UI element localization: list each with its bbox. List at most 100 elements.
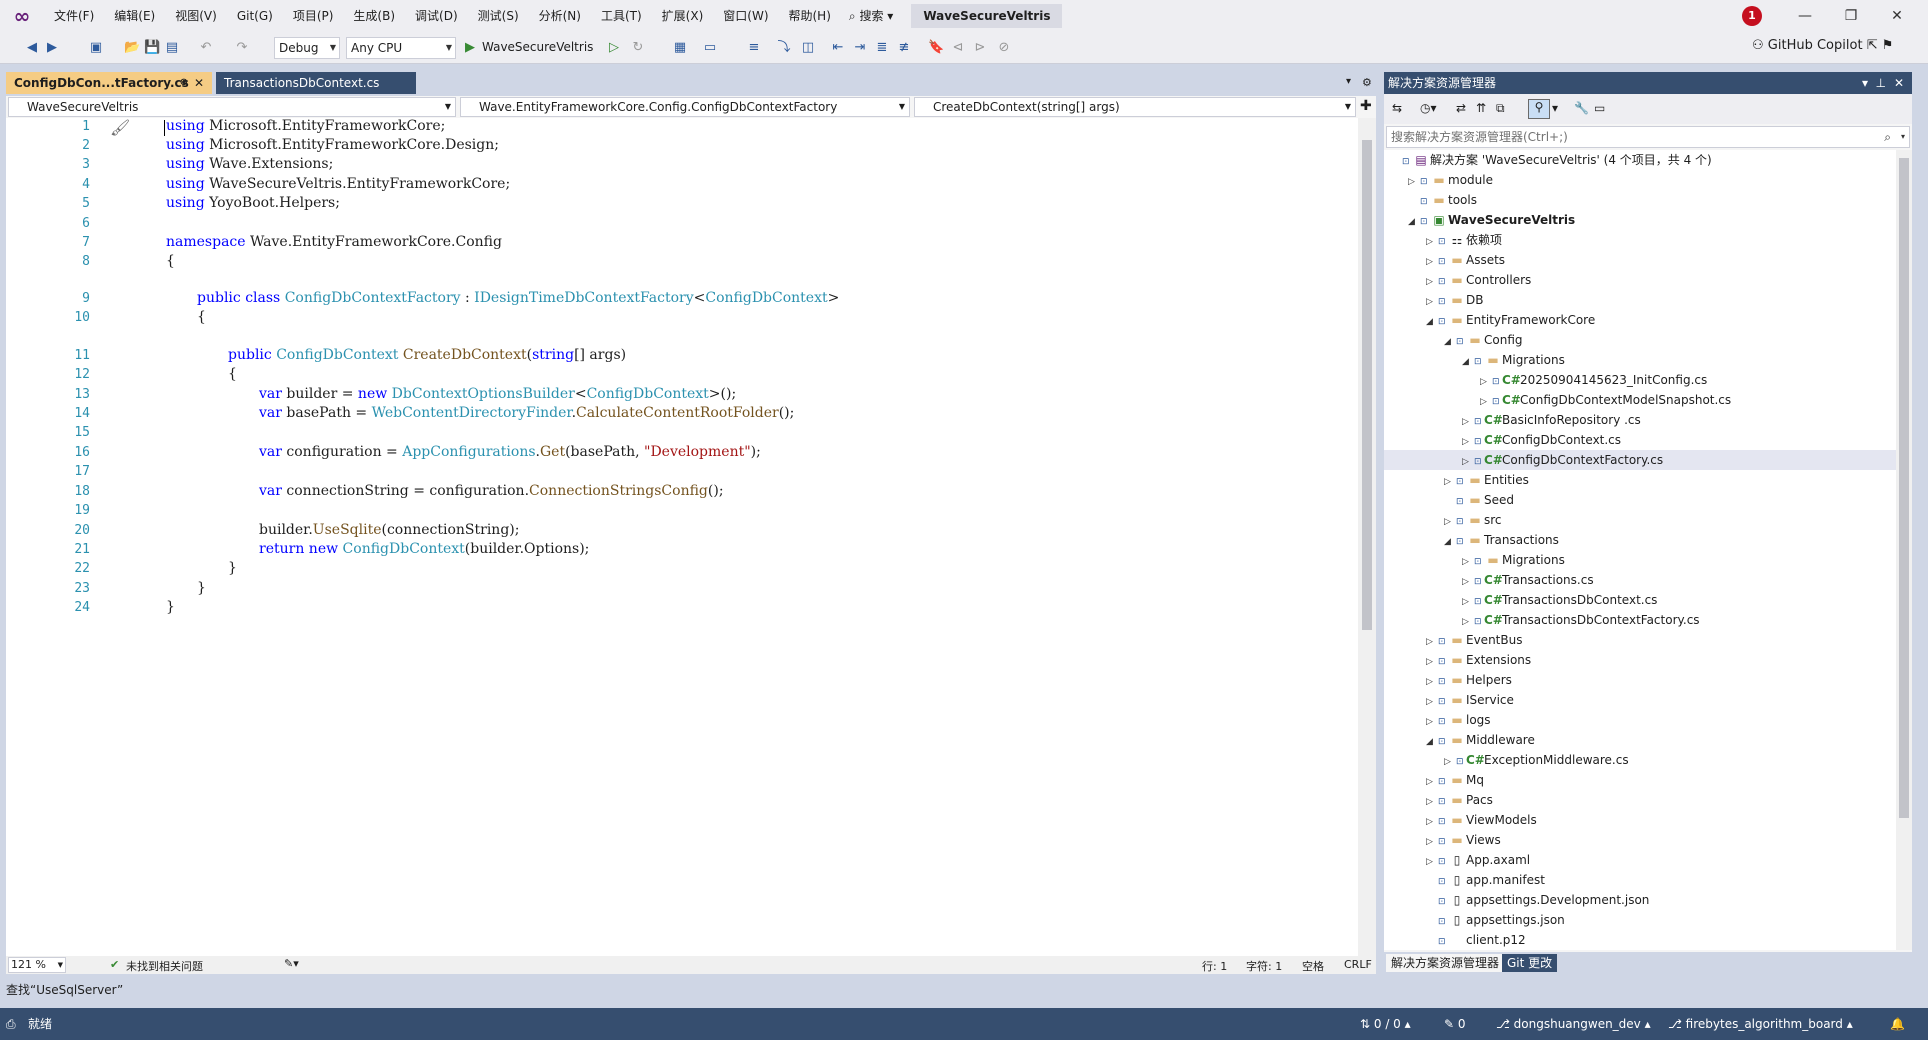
menu-item[interactable]: 生成(B)	[343, 0, 405, 32]
tree-item[interactable]: ◢ ⊡ ▬ Config	[1384, 330, 1896, 350]
new-project-icon[interactable]: ▣	[88, 40, 104, 56]
window-icon[interactable]: ◫	[800, 40, 816, 56]
bookmark-prev-icon[interactable]: ⊲	[950, 40, 966, 56]
expand-arrow-icon[interactable]: ▷	[1444, 752, 1456, 772]
expand-arrow-icon[interactable]: ▷	[1426, 812, 1438, 832]
close-tab-icon[interactable]: ✕	[194, 72, 204, 94]
bookmark-next-icon[interactable]: ⊳	[972, 40, 988, 56]
menu-item[interactable]: 项目(P)	[283, 0, 344, 32]
save-all-icon[interactable]: ▤	[164, 40, 180, 56]
expand-arrow-icon[interactable]: ▷	[1462, 612, 1474, 632]
expand-arrow-icon[interactable]: ▷	[1480, 372, 1492, 392]
expand-arrow-icon[interactable]: ▷	[1426, 652, 1438, 672]
eol-indicator[interactable]: CRLF	[1344, 958, 1372, 971]
open-folder-icon[interactable]: 📂	[124, 40, 140, 56]
tree-item[interactable]: ⊡ ▤ 解决方案 'WaveSecureVeltris' (4 个项目，共 4 个)	[1384, 150, 1896, 170]
bookmark-clear-icon[interactable]: ⊘	[996, 40, 1012, 56]
editor-vertical-scrollbar[interactable]	[1358, 118, 1376, 956]
menu-item[interactable]: Git(G)	[227, 0, 283, 32]
quick-actions-icon[interactable]: 🖌	[110, 118, 130, 137]
expand-arrow-icon[interactable]: ▷	[1462, 452, 1474, 472]
tree-item[interactable]: ◢ ⊡ ▬ Transactions	[1384, 530, 1896, 550]
tab-overflow-icon[interactable]: ▾	[1346, 76, 1351, 87]
bookmark-icon[interactable]: 🔖	[928, 40, 944, 56]
pin-icon[interactable]: ⊕	[180, 72, 188, 94]
expand-arrow-icon[interactable]: ▷	[1444, 472, 1456, 492]
tree-item[interactable]: ▷ ⊡ ▬ Entities	[1384, 470, 1896, 490]
tree-item[interactable]: ▷ ⊡ C#ConfigDbContextModelSnapshot.cs	[1384, 390, 1896, 410]
expand-arrow-icon[interactable]: ▷	[1408, 172, 1420, 192]
scrollbar-thumb[interactable]	[1362, 140, 1372, 630]
expand-arrow-icon[interactable]: ▷	[1462, 412, 1474, 432]
tree-item[interactable]: ⊡ ▯ appsettings.Development.json	[1384, 890, 1896, 910]
tree-item[interactable]: ▷ ⊡ C#ConfigDbContextFactory.cs	[1384, 450, 1896, 470]
search-options-icon[interactable]: ▾	[1901, 127, 1905, 147]
line-indicator[interactable]: 行: 1	[1202, 958, 1227, 974]
tree-item[interactable]: ▷ ⊡ ▬ Pacs	[1384, 790, 1896, 810]
indent-decrease-icon[interactable]: ⇤	[830, 40, 846, 56]
start-target-label[interactable]: WaveSecureVeltris	[482, 40, 593, 54]
menu-item[interactable]: 调试(D)	[405, 0, 468, 32]
menu-item[interactable]: 扩展(X)	[652, 0, 714, 32]
expand-arrow-icon[interactable]: ▷	[1462, 572, 1474, 592]
collapse-arrow-icon[interactable]: ◢	[1408, 212, 1420, 232]
filter-dropdown-icon[interactable]: ▾	[1552, 101, 1558, 115]
repo-indicator[interactable]: ⎇ dongshuangwen_dev ▴	[1496, 1008, 1651, 1040]
tree-item[interactable]: ◢ ⊡ ▬ Middleware	[1384, 730, 1896, 750]
tree-item[interactable]: ▷ ⊡ C#20250904145623_InitConfig.cs	[1384, 370, 1896, 390]
redo-icon[interactable]: ↷	[234, 40, 250, 56]
project-dropdown[interactable]: WaveSecureVeltris ▼	[8, 97, 456, 117]
uncomment-icon[interactable]: ≢	[896, 40, 912, 56]
expand-arrow-icon[interactable]: ▷	[1426, 272, 1438, 292]
expand-arrow-icon[interactable]: ▷	[1480, 392, 1492, 412]
tree-item[interactable]: ⊡ ▬ Seed	[1384, 490, 1896, 510]
tree-item[interactable]: ◢ ⊡ ▣ WaveSecureVeltris	[1384, 210, 1896, 230]
tree-item[interactable]: ▷ ⊡ ▬ Migrations	[1384, 550, 1896, 570]
configuration-select[interactable]: Debug ▼	[274, 37, 340, 59]
expand-arrow-icon[interactable]: ▷	[1426, 772, 1438, 792]
scrollbar-thumb[interactable]	[1899, 158, 1909, 818]
zoom-select[interactable]: 121 % ▼	[8, 957, 66, 973]
changes-indicator[interactable]: ✎ 0	[1444, 1008, 1466, 1040]
tree-item[interactable]: ▷ ⊡ ▬ EventBus	[1384, 630, 1896, 650]
tree-item[interactable]: ▷ ⊡ ▬ module	[1384, 170, 1896, 190]
tree-item[interactable]: ▷ ⊡ ▬ ViewModels	[1384, 810, 1896, 830]
format-icon[interactable]: ≡	[746, 40, 762, 56]
collapse-arrow-icon[interactable]: ◢	[1444, 532, 1456, 552]
expand-arrow-icon[interactable]: ▷	[1462, 592, 1474, 612]
tree-item[interactable]: ⊡ ▬ tools	[1384, 190, 1896, 210]
solution-search-input[interactable]: 搜索解决方案资源管理器(Ctrl+;) ⌕ ▾	[1386, 126, 1910, 148]
switch-view-icon[interactable]: ⇆	[1392, 101, 1402, 115]
tree-item[interactable]: ▷ ⊡ ▬ src	[1384, 510, 1896, 530]
undo-icon[interactable]: ↶	[198, 40, 214, 56]
filter-icon[interactable]: ⚲	[1528, 99, 1550, 119]
expand-arrow-icon[interactable]: ▷	[1426, 832, 1438, 852]
start-without-debug-icon[interactable]: ▷	[606, 40, 622, 56]
tree-item[interactable]: ▷ ⊡ ⚏ 依赖项	[1384, 230, 1896, 250]
tree-item[interactable]: ⊡ ▯ appsettings.json	[1384, 910, 1896, 930]
collapse-arrow-icon[interactable]: ◢	[1444, 332, 1456, 352]
back-icon[interactable]: ◀	[24, 40, 40, 56]
pending-changes-icon[interactable]: ◷▾	[1420, 101, 1437, 115]
menu-item[interactable]: 工具(T)	[591, 0, 652, 32]
tab-git-changes[interactable]: Git 更改	[1502, 954, 1558, 972]
tab-solution-explorer[interactable]: 解决方案资源管理器	[1386, 954, 1505, 972]
tree-item[interactable]: ▷ ⊡ C#ConfigDbContext.cs	[1384, 430, 1896, 450]
preview-icon[interactable]: ▭	[1594, 101, 1605, 115]
settings-gear-icon[interactable]: ⚙	[1362, 76, 1372, 89]
visual-studio-logo-icon[interactable]: ∞	[8, 4, 36, 28]
split-icon[interactable]: ✚	[1360, 98, 1372, 114]
tree-item[interactable]: ▷ ⊡ C#BasicInfoRepository .cs	[1384, 410, 1896, 430]
start-debug-icon[interactable]: ▶	[462, 40, 478, 56]
tree-item[interactable]: ▷ ⊡ ▬ IService	[1384, 690, 1896, 710]
solution-tree-scrollbar[interactable]	[1896, 150, 1912, 950]
expand-arrow-icon[interactable]: ▷	[1462, 552, 1474, 572]
step-icon[interactable]: ⤵	[776, 40, 792, 56]
tree-item[interactable]: ◢ ⊡ ▬ EntityFrameworkCore	[1384, 310, 1896, 330]
maximize-button[interactable]: ❐	[1828, 0, 1874, 32]
whitespace-indicator[interactable]: 空格	[1302, 958, 1324, 974]
menu-item[interactable]: 测试(S)	[468, 0, 529, 32]
collapse-arrow-icon[interactable]: ◢	[1462, 352, 1474, 372]
expand-arrow-icon[interactable]: ▷	[1426, 232, 1438, 252]
expand-arrow-icon[interactable]: ▷	[1426, 692, 1438, 712]
